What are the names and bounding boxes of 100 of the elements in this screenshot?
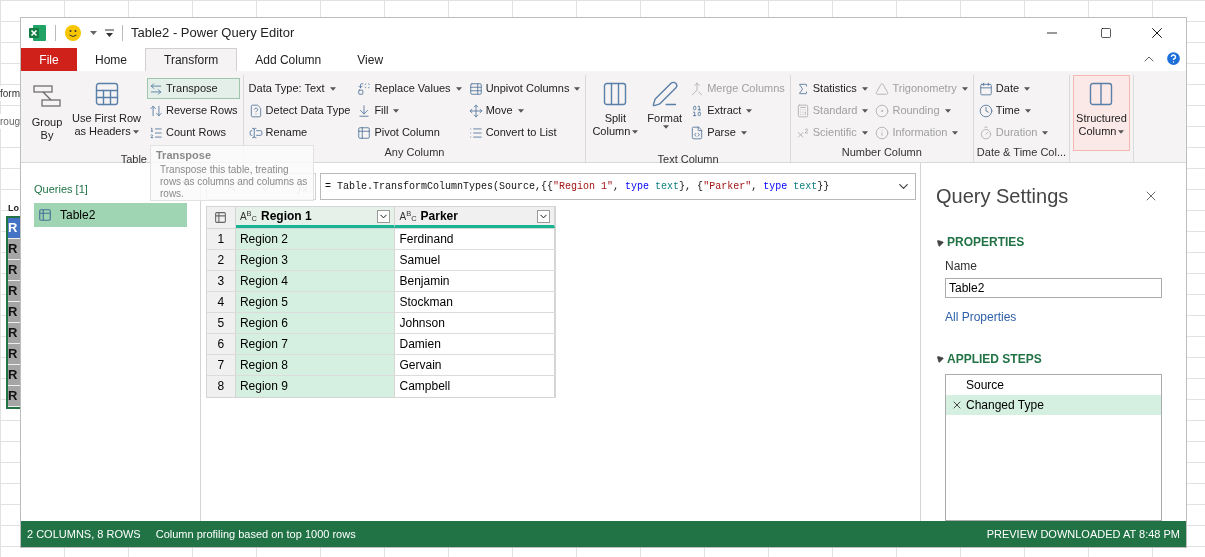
applied-step[interactable]: Source — [946, 374, 1161, 395]
app-logo-icon — [29, 24, 47, 42]
ribbon-button[interactable]: Split Column — [589, 75, 642, 151]
question-file-icon — [248, 103, 263, 118]
caret-icon — [1024, 108, 1031, 113]
table-cell: Region 3 — [235, 250, 396, 270]
caret-icon — [662, 125, 669, 129]
ribbon-button[interactable]: Convert to List — [466, 122, 583, 143]
ribbon-tab[interactable]: Add Column — [237, 48, 340, 71]
caret-icon — [329, 86, 336, 91]
table-cell: Region 7 — [235, 334, 396, 354]
sheet-cell: R — [8, 218, 20, 239]
ribbon-button[interactable]: Time — [976, 100, 1051, 121]
list-icon — [468, 125, 483, 140]
group-label: Any Column — [384, 145, 445, 160]
sheet-cell: R — [8, 281, 20, 302]
ribbon-button[interactable]: Unpivot Columns — [466, 78, 583, 99]
status-text: Column profiling based on top 1000 rows — [155, 526, 356, 542]
ribbon-button[interactable]: Detect Data Type — [246, 100, 353, 121]
row-number: 8 — [207, 376, 236, 397]
row-number: 1 — [207, 229, 236, 249]
ribbon-button[interactable]: Date — [976, 78, 1051, 99]
column-header[interactable]: A$^{B}$$_{C}$ Parker — [395, 207, 555, 228]
row-number: 6 — [207, 334, 236, 354]
ribbon-button[interactable]: Group By — [28, 75, 66, 151]
collapse-triangle-icon[interactable] — [934, 237, 945, 247]
caret-icon — [132, 129, 139, 134]
collapse-triangle-icon[interactable] — [934, 353, 945, 364]
queries-header: Queries [1] — [34, 183, 88, 195]
table-menu-icon[interactable] — [214, 211, 228, 224]
all-properties-link[interactable]: All Properties — [945, 307, 1162, 326]
ribbon-button[interactable]: Structured Column — [1073, 75, 1130, 151]
sheet-text: form — [0, 86, 20, 101]
caret-icon — [952, 130, 959, 135]
caret-icon — [944, 108, 951, 113]
numbered-list-icon — [149, 125, 164, 140]
ribbon-tab[interactable]: Home — [77, 48, 145, 71]
filter-icon[interactable] — [377, 209, 391, 223]
sheet-cell: R — [8, 386, 20, 407]
pen-icon — [650, 80, 679, 108]
ribbon-button[interactable]: Extract — [688, 100, 787, 121]
ribbon-button[interactable]: Statistics — [793, 78, 871, 99]
caret-icon — [393, 108, 400, 113]
caret-icon — [861, 130, 868, 135]
row-number: 3 — [207, 271, 236, 291]
table-cell: Johnson — [395, 313, 555, 333]
table-cell: Samuel — [395, 250, 555, 270]
ribbon-button[interactable]: Pivot Column — [355, 122, 464, 143]
row-number: 7 — [207, 355, 236, 375]
applied-step[interactable]: Changed Type — [946, 394, 1161, 415]
ribbon-button[interactable]: Replace Values — [355, 78, 464, 99]
caret-icon — [632, 129, 639, 134]
sheet-cell: R — [8, 260, 20, 281]
down-arrow-icon — [357, 103, 372, 118]
ribbon-button[interactable]: Move — [466, 100, 583, 121]
calculator-icon — [795, 103, 810, 118]
table-cell: Region 8 — [235, 355, 396, 375]
ribbon-tab[interactable]: Transform — [145, 48, 238, 71]
ribbon-button[interactable]: Fill — [355, 100, 464, 121]
ribbon-button[interactable]: Use First Row as Headers — [69, 75, 145, 151]
move-icon — [468, 103, 483, 118]
tooltip-title: Transpose — [156, 149, 212, 162]
table-cell: Region 2 — [235, 229, 396, 249]
status-text: 2 COLUMNS, 8 ROWS — [27, 526, 141, 542]
table-cell: Region 4 — [235, 271, 396, 291]
smiley-icon[interactable] — [64, 24, 82, 42]
grid-icon — [468, 81, 483, 96]
ribbon-button[interactable]: Rename — [246, 122, 353, 143]
superscript-icon — [795, 125, 810, 140]
transpose-icon — [149, 81, 164, 96]
table-icon — [38, 208, 52, 222]
table-cell: Region 5 — [235, 292, 396, 312]
ribbon-button[interactable]: Parse — [688, 122, 787, 143]
caret-icon — [961, 86, 968, 91]
name-field[interactable]: Table2 — [945, 278, 1162, 298]
ribbon-button[interactable]: Transpose — [147, 78, 240, 99]
ribbon-button[interactable]: Count Rows — [147, 122, 240, 143]
merge-icon — [690, 81, 705, 96]
caret-icon[interactable] — [90, 31, 97, 35]
ribbon-button[interactable]: Data Type: Text — [246, 78, 353, 99]
ribbon-button[interactable]: Format — [644, 75, 686, 151]
query-item[interactable]: Table2 — [34, 203, 187, 227]
table-cell: Stockman — [395, 292, 555, 312]
caret-icon — [861, 86, 868, 91]
window-title: Table2 - Power Query Editor — [131, 24, 295, 43]
ribbon-tab[interactable]: File — [21, 48, 77, 71]
maximize-icon[interactable] — [1100, 27, 1112, 39]
ribbon-tab[interactable]: View — [339, 48, 402, 71]
ribbon-button[interactable]: Reverse Rows — [147, 100, 240, 121]
customize-icon[interactable] — [105, 29, 114, 37]
table-cell: Region 9 — [235, 376, 396, 397]
formula-field[interactable]: = Table.TransformColumnTypes(Source,{{"Region 1", type text}, {"Parker", type text}} — [320, 173, 916, 200]
table-cell: Gervain — [395, 355, 555, 375]
rename-icon — [248, 125, 263, 140]
caret-icon — [1118, 129, 1125, 134]
help-icon[interactable] — [1165, 50, 1182, 67]
column-header[interactable]: A$^{B}$$_{C}$ Region 1 — [235, 207, 396, 228]
row-number: 5 — [207, 313, 236, 333]
table-cell: Benjamin — [395, 271, 555, 291]
filter-icon[interactable] — [537, 209, 550, 223]
